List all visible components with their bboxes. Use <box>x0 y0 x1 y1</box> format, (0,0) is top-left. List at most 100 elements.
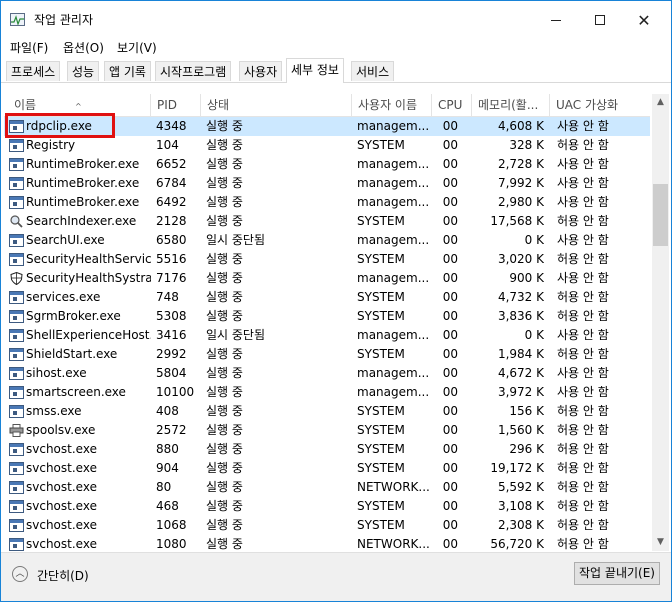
process-status: 실행 중 <box>206 499 243 513</box>
maximize-button[interactable] <box>577 1 623 39</box>
process-cpu: 00 <box>442 347 458 361</box>
process-memory: 328 K <box>509 138 544 152</box>
process-name: svchost.exe <box>26 480 97 494</box>
vertical-scrollbar[interactable]: ▲ ▼ <box>652 94 669 551</box>
table-row[interactable]: RuntimeBroker.exe 6652 실행 중 managem... 00 2,7… <box>4 155 650 174</box>
process-name: Registry <box>26 138 76 152</box>
process-uac: 허용 안 함 <box>557 423 609 437</box>
process-cpu: 00 <box>442 499 458 513</box>
tab-startup[interactable]: 시작프로그램 <box>155 61 232 81</box>
process-uac: 허용 안 함 <box>557 480 609 494</box>
table-row[interactable]: svchost.exe 1080 실행 중 NETWORK... 00 56,720 K 허… <box>4 535 650 551</box>
process-user: SYSTEM <box>357 290 405 304</box>
end-task-button[interactable]: 작업 끝내기(E) <box>574 562 660 585</box>
chevron-up-icon[interactable]: ︿ <box>12 566 28 582</box>
process-pid: 1068 <box>156 518 187 532</box>
minimize-button[interactable] <box>533 1 579 39</box>
table-row[interactable]: svchost.exe 904 실행 중 SYSTEM 00 19,172 K 허용 안 함 <box>4 459 650 478</box>
process-status: 실행 중 <box>206 252 243 266</box>
table-row[interactable]: SearchIndexer.exe 2128 실행 중 SYSTEM 00 17,568 … <box>4 212 650 231</box>
process-name: SearchUI.exe <box>26 233 105 247</box>
process-status: 실행 중 <box>206 347 243 361</box>
table-row[interactable]: svchost.exe 1068 실행 중 SYSTEM 00 2,308 K 허용 안 함 <box>4 516 650 535</box>
process-pid: 4348 <box>156 119 187 133</box>
table-row[interactable]: sihost.exe 5804 실행 중 managem... 00 4,672 K 사용 … <box>4 364 650 383</box>
menu-view[interactable]: 보기(V) <box>117 39 157 56</box>
process-uac: 허용 안 함 <box>557 252 609 266</box>
process-memory: 1,984 K <box>497 347 544 361</box>
process-status: 일시 중단됨 <box>206 233 266 247</box>
table-row[interactable]: SecurityHealthSystra... 7176 실행 중 managem..… <box>4 269 650 288</box>
table-row[interactable]: smss.exe 408 실행 중 SYSTEM 00 156 K 허용 안 함 <box>4 402 650 421</box>
table-row[interactable]: SgrmBroker.exe 5308 실행 중 SYSTEM 00 3,836 K 허용 … <box>4 307 650 326</box>
process-pid: 10100 <box>156 385 195 399</box>
table-row[interactable]: svchost.exe 880 실행 중 SYSTEM 00 296 K 허용 안 함 <box>4 440 650 459</box>
title-bar[interactable]: 작업 관리자 ✕ <box>1 1 671 39</box>
scroll-down-arrow-icon[interactable]: ▼ <box>652 534 669 551</box>
table-row[interactable]: RuntimeBroker.exe 6784 실행 중 managem... 00 7,9… <box>4 174 650 193</box>
process-cpu: 00 <box>442 290 458 304</box>
column-header-cpu[interactable]: CPU <box>432 94 472 116</box>
process-memory: 0 K <box>524 233 544 247</box>
process-memory: 2,980 K <box>497 195 544 209</box>
process-uac: 허용 안 함 <box>557 309 609 323</box>
process-cpu: 00 <box>442 157 458 171</box>
process-uac: 허용 안 함 <box>557 461 609 475</box>
scrollbar-thumb[interactable] <box>653 184 668 246</box>
menu-file[interactable]: 파일(F) <box>10 39 48 56</box>
tab-details[interactable]: 세부 정보 <box>286 58 344 83</box>
process-name: RuntimeBroker.exe <box>26 176 140 190</box>
process-cpu: 00 <box>442 404 458 418</box>
process-cpu: 00 <box>442 233 458 247</box>
column-header-status[interactable]: 상태 <box>201 94 352 116</box>
exe-icon <box>9 253 24 266</box>
shield-icon <box>9 271 24 286</box>
table-row[interactable]: SecurityHealthServic... 5516 실행 중 SYSTEM 00 3… <box>4 250 650 269</box>
menu-bar: 파일(F) 옵션(O) 보기(V) <box>1 39 671 57</box>
process-name: services.exe <box>26 290 101 304</box>
tab-users[interactable]: 사용자 <box>239 61 283 81</box>
process-status: 실행 중 <box>206 480 243 494</box>
table-row[interactable]: ShieldStart.exe 2992 실행 중 SYSTEM 00 1,984 K 허용… <box>4 345 650 364</box>
table-row[interactable]: Registry 104 실행 중 SYSTEM 00 328 K 허용 안 함 <box>4 136 650 155</box>
column-header-user[interactable]: 사용자 이름 <box>352 94 432 116</box>
fewer-details-link[interactable]: 간단히(D) <box>37 567 89 584</box>
process-user: managem... <box>357 157 430 171</box>
process-status: 실행 중 <box>206 366 243 380</box>
table-row[interactable]: RuntimeBroker.exe 6492 실행 중 managem... 00 2,9… <box>4 193 650 212</box>
exe-icon <box>9 291 24 304</box>
table-row[interactable]: SearchUI.exe 6580 일시 중단됨 managem... 00 0 K 사용 … <box>4 231 650 250</box>
tab-services[interactable]: 서비스 <box>351 61 395 81</box>
process-user: SYSTEM <box>357 461 405 475</box>
table-row[interactable]: services.exe 748 실행 중 SYSTEM 00 4,732 K 허용 안 함 <box>4 288 650 307</box>
table-row[interactable]: spoolsv.exe 2572 실행 중 SYSTEM 00 1,560 K 허용 안 함 <box>4 421 650 440</box>
process-user: SYSTEM <box>357 518 405 532</box>
process-user: managem... <box>357 176 430 190</box>
column-header-pid[interactable]: PID <box>151 94 201 116</box>
exe-icon <box>9 234 24 247</box>
process-status: 실행 중 <box>206 176 243 190</box>
maximize-icon <box>595 15 605 25</box>
process-status: 실행 중 <box>206 537 243 551</box>
process-uac: 사용 안 함 <box>557 119 609 133</box>
table-row[interactable]: ShellExperienceHost... 3416 일시 중단됨 managem.… <box>4 326 650 345</box>
close-button[interactable]: ✕ <box>621 1 667 39</box>
process-cpu: 00 <box>442 271 458 285</box>
process-pid: 2572 <box>156 423 187 437</box>
scroll-up-arrow-icon[interactable]: ▲ <box>652 94 669 111</box>
table-row[interactable]: smartscreen.exe 10100 실행 중 managem... 00 3,97… <box>4 383 650 402</box>
process-pid: 1080 <box>156 537 187 551</box>
window-title: 작업 관리자 <box>34 13 94 27</box>
table-row[interactable]: svchost.exe 468 실행 중 SYSTEM 00 3,108 K 허용 안 함 <box>4 497 650 516</box>
column-header-uac[interactable]: UAC 가상화 <box>550 94 650 116</box>
tab-processes[interactable]: 프로세스 <box>6 61 61 81</box>
process-status: 실행 중 <box>206 309 243 323</box>
process-uac: 사용 안 함 <box>557 195 609 209</box>
column-header-memory[interactable]: 메모리(활... <box>472 94 550 116</box>
process-memory: 2,728 K <box>497 157 544 171</box>
menu-options[interactable]: 옵션(O) <box>63 39 104 56</box>
tab-app-history[interactable]: 앱 기록 <box>104 61 151 81</box>
exe-icon <box>9 481 24 494</box>
table-row[interactable]: svchost.exe 80 실행 중 NETWORK... 00 5,592 K 허용 안… <box>4 478 650 497</box>
tab-performance[interactable]: 성능 <box>67 61 100 81</box>
